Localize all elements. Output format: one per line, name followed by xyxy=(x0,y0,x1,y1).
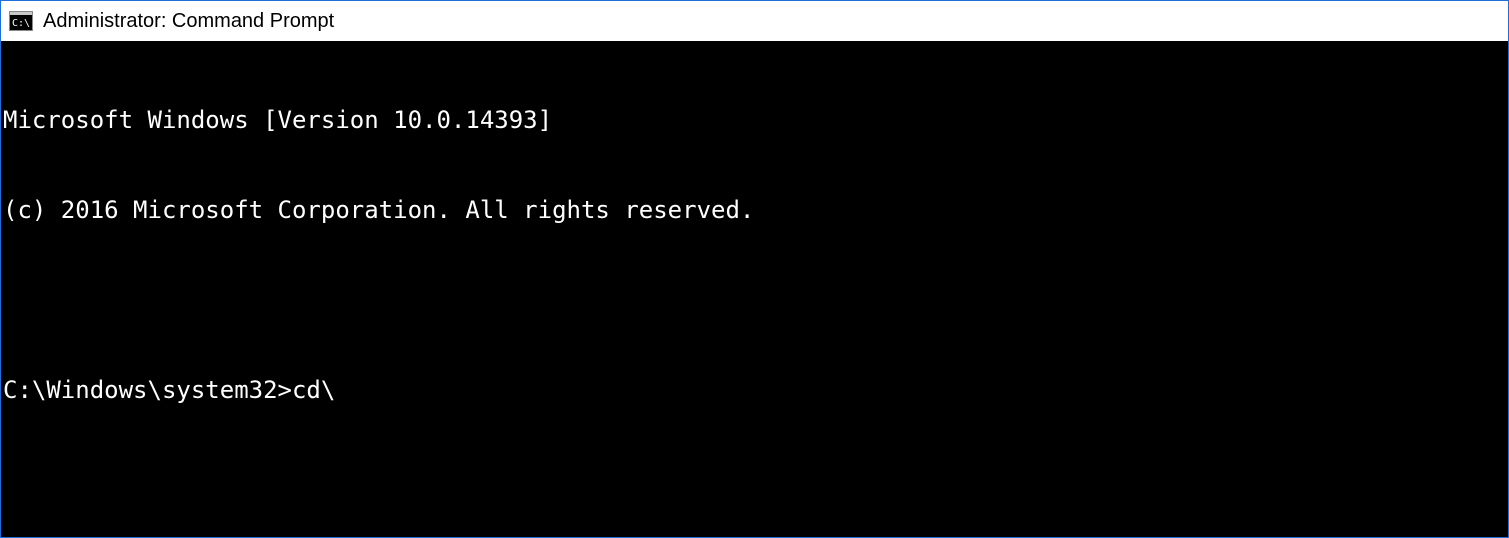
terminal-line xyxy=(3,465,1506,495)
terminal-output[interactable]: Microsoft Windows [Version 10.0.14393] (… xyxy=(1,41,1508,537)
titlebar[interactable]: C:\ Administrator: Command Prompt xyxy=(1,1,1508,41)
terminal-line xyxy=(3,285,1506,315)
window-title: Administrator: Command Prompt xyxy=(43,1,334,41)
svg-text:C:\: C:\ xyxy=(12,18,30,29)
terminal-line: Microsoft Windows [Version 10.0.14393] xyxy=(3,105,1506,135)
cmd-icon: C:\ xyxy=(9,10,33,32)
command-prompt-window: C:\ Administrator: Command Prompt Micros… xyxy=(0,0,1509,538)
terminal-line: C:\Windows\system32>cd\ xyxy=(3,375,1506,405)
terminal-line: (c) 2016 Microsoft Corporation. All righ… xyxy=(3,195,1506,225)
